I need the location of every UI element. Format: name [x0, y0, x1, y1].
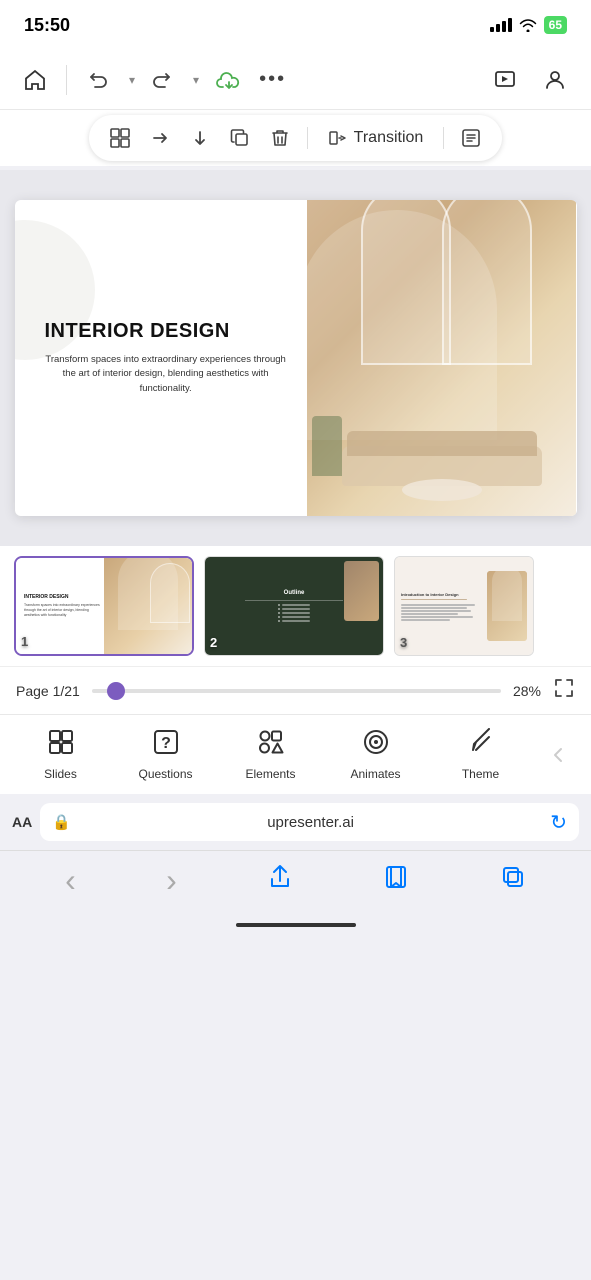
duplicate-button[interactable]: [223, 121, 257, 155]
animates-label: Animates: [350, 767, 400, 781]
nav-slides[interactable]: Slides: [8, 720, 113, 789]
elements-label: Elements: [245, 767, 295, 781]
delete-button[interactable]: [263, 121, 297, 155]
nav-theme[interactable]: Theme: [428, 720, 533, 789]
toolbar-pill-separator: [307, 127, 308, 149]
nav-elements[interactable]: Elements: [218, 720, 323, 789]
forward-button[interactable]: ›: [166, 862, 177, 899]
zoom-level: 28%: [513, 683, 541, 699]
back-button[interactable]: ‹: [65, 862, 76, 899]
slide-thumbnail-2[interactable]: Outline 2: [204, 556, 384, 656]
page-info-bar: Page 1/21 28%: [0, 666, 591, 714]
lock-icon: 🔒: [52, 813, 71, 831]
slide-image-right: [307, 200, 577, 516]
toolbar-pill-separator2: [443, 127, 444, 149]
tabs-button[interactable]: [500, 864, 526, 897]
slide-options-pill: Transition: [89, 115, 503, 161]
slide-thumbnail-3[interactable]: Introduction to Interior Design 3: [394, 556, 534, 656]
slide-title: INTERIOR DESIGN: [45, 320, 287, 343]
main-toolbar: ▾ ▾ •••: [0, 50, 591, 110]
slider-thumb[interactable]: [107, 682, 125, 700]
nav-more[interactable]: [533, 741, 583, 769]
undo-dropdown[interactable]: ▾: [121, 67, 143, 93]
status-bar: 15:50 65: [0, 0, 591, 50]
slides-strip: INTERIOR DESIGN Transform spaces into ex…: [0, 546, 591, 666]
layout-button[interactable]: [103, 121, 137, 155]
svg-text:?: ?: [161, 735, 171, 752]
home-bar: [236, 923, 356, 927]
page-number: Page 1/21: [16, 683, 80, 699]
slides-label: Slides: [44, 767, 77, 781]
slide-toolbar: Transition: [0, 110, 591, 166]
slide-content-left: INTERIOR DESIGN Transform spaces into ex…: [15, 200, 307, 516]
wifi-icon: [518, 18, 538, 32]
thumb1-title: INTERIOR DESIGN: [24, 594, 100, 600]
home-indicator: [0, 910, 591, 940]
thumb2-title: Outline: [284, 590, 305, 596]
more-options-button[interactable]: •••: [251, 62, 294, 97]
slide-body: Transform spaces into extraordinary expe…: [45, 353, 287, 396]
battery-icon: 65: [544, 16, 567, 34]
present-button[interactable]: [485, 62, 525, 98]
canvas-area: INTERIOR DESIGN Transform spaces into ex…: [0, 170, 591, 546]
transition-button[interactable]: Transition: [318, 122, 434, 154]
refresh-button[interactable]: ↻: [550, 810, 567, 835]
thumb3-title: Introduction to Interior Design: [401, 592, 483, 597]
theme-icon: [467, 728, 495, 763]
fullscreen-button[interactable]: [553, 677, 575, 704]
nav-animates[interactable]: Animates: [323, 720, 428, 789]
elements-icon: [257, 728, 285, 763]
thumb1-body: Transform spaces into extraordinary expe…: [24, 603, 100, 618]
main-slide[interactable]: INTERIOR DESIGN Transform spaces into ex…: [15, 200, 577, 516]
safari-toolbar: ‹ ›: [0, 850, 591, 910]
notes-button[interactable]: [454, 121, 488, 155]
home-button[interactable]: [16, 61, 54, 99]
status-icons: 65: [490, 16, 567, 34]
nav-questions[interactable]: ? Questions: [113, 720, 218, 789]
font-size-button[interactable]: AA: [12, 814, 32, 830]
slide-background-image: [307, 200, 577, 516]
status-time: 15:50: [24, 15, 70, 36]
undo-group: ▾: [79, 63, 143, 97]
browser-bar: AA 🔒 upresenter.ai ↻: [0, 794, 591, 850]
url-text: upresenter.ai: [77, 814, 544, 831]
bookmarks-button[interactable]: [383, 864, 409, 897]
signal-icon: [490, 18, 512, 32]
thumb1-number: 1: [21, 634, 28, 649]
share-button[interactable]: [267, 864, 293, 897]
slide-thumbnail-1[interactable]: INTERIOR DESIGN Transform spaces into ex…: [14, 556, 194, 656]
redo-dropdown[interactable]: ▾: [185, 67, 207, 93]
move-right-button[interactable]: [143, 121, 177, 155]
toolbar-separator: [66, 65, 67, 95]
questions-label: Questions: [138, 767, 192, 781]
undo-button[interactable]: [79, 63, 117, 97]
toolbar-right: [485, 62, 575, 98]
cloud-save-button[interactable]: [207, 63, 251, 97]
bottom-nav: Slides ? Questions Elements: [0, 714, 591, 794]
redo-button[interactable]: [143, 63, 181, 97]
profile-button[interactable]: [535, 62, 575, 98]
questions-icon: ?: [152, 728, 180, 763]
slides-icon: [47, 728, 75, 763]
move-down-button[interactable]: [183, 121, 217, 155]
url-bar[interactable]: 🔒 upresenter.ai ↻: [40, 803, 579, 841]
redo-group: ▾: [143, 63, 207, 97]
animates-icon: [362, 728, 390, 763]
theme-label: Theme: [462, 767, 499, 781]
page-slider[interactable]: [92, 689, 501, 693]
thumb3-number: 3: [400, 635, 407, 650]
thumb2-number: 2: [210, 635, 217, 650]
transition-label: Transition: [354, 129, 424, 147]
